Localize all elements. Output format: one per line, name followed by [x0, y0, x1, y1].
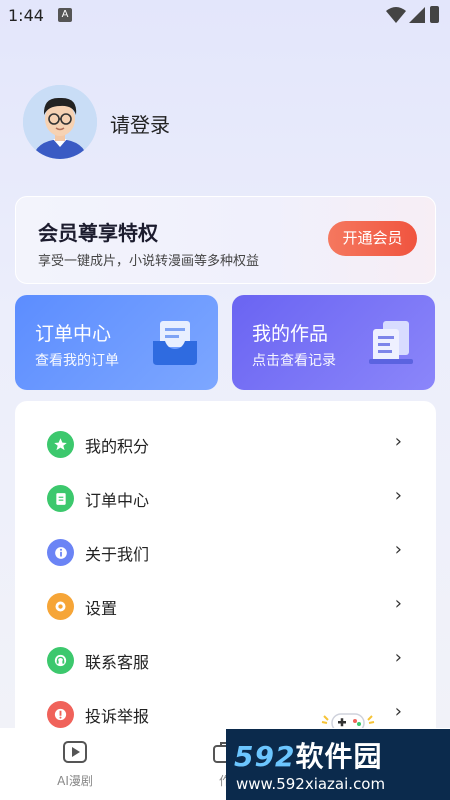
wifi-icon	[386, 7, 406, 23]
menu-item-settings[interactable]: 设置 ›	[15, 579, 436, 633]
menu-label: 联系客服	[85, 653, 150, 672]
menu-label: 关于我们	[85, 545, 150, 564]
works-card[interactable]: 我的作品 点击查看记录	[232, 295, 435, 390]
user-avatar-icon	[23, 85, 97, 159]
menu-label: 投诉举报	[85, 707, 150, 726]
vip-subtitle: 享受一键成片，小说转漫画等多种权益	[38, 254, 260, 269]
orders-card-title: 订单中心	[35, 323, 112, 345]
open-vip-button[interactable]: 开通会员	[328, 221, 417, 256]
orders-card[interactable]: 订单中心 查看我的订单	[15, 295, 218, 390]
works-card-subtitle: 点击查看记录	[252, 353, 336, 369]
works-card-title: 我的作品	[252, 323, 329, 345]
star-icon	[47, 431, 74, 458]
login-link[interactable]: 请登录	[110, 109, 170, 138]
watermark: 592软件园 www.592xiazai.com	[226, 729, 450, 800]
tab-label: AI漫剧	[57, 774, 93, 788]
chevron-right-icon: ›	[394, 593, 402, 614]
documents-icon	[369, 321, 413, 364]
headset-icon	[47, 647, 74, 674]
chevron-right-icon: ›	[394, 539, 402, 560]
status-bar: 1:44 A	[0, 0, 450, 30]
chevron-right-icon: ›	[394, 701, 402, 722]
menu-label: 订单中心	[85, 491, 150, 510]
status-time: 1:44	[8, 6, 44, 25]
watermark-text: 软件园	[295, 740, 383, 773]
list-icon	[47, 485, 74, 512]
gear-icon	[47, 593, 74, 620]
notification-icon: A	[58, 8, 72, 22]
avatar[interactable]	[23, 85, 97, 159]
inbox-icon	[153, 321, 197, 365]
watermark-brand: 592软件园	[234, 735, 382, 775]
vip-title: 会员尊享特权	[38, 221, 158, 245]
menu-label: 设置	[85, 599, 118, 618]
vip-banner[interactable]: 会员尊享特权 享受一键成片，小说转漫画等多种权益 开通会员	[15, 196, 436, 284]
watermark-url: www.592xiazai.com	[236, 775, 386, 793]
play-icon	[63, 741, 87, 763]
chevron-right-icon: ›	[394, 647, 402, 668]
menu-item-points[interactable]: 我的积分 ›	[15, 417, 436, 471]
chevron-right-icon: ›	[394, 431, 402, 452]
menu-label: 我的积分	[85, 437, 150, 456]
info-icon	[47, 539, 74, 566]
menu-item-about[interactable]: 关于我们 ›	[15, 525, 436, 579]
signal-icon	[409, 7, 425, 23]
menu-item-orders[interactable]: 订单中心 ›	[15, 471, 436, 525]
watermark-number: 592	[234, 740, 296, 773]
chevron-right-icon: ›	[394, 485, 402, 506]
tab-ai-comic[interactable]: AI漫剧	[0, 728, 150, 800]
battery-icon	[430, 6, 439, 23]
menu-item-support[interactable]: 联系客服 ›	[15, 633, 436, 687]
report-icon	[47, 701, 74, 728]
orders-card-subtitle: 查看我的订单	[35, 353, 119, 369]
menu-list: 我的积分 › 订单中心 › 关于我们 › 设置 › 联系客服 › 投诉举报 ›	[15, 401, 436, 741]
